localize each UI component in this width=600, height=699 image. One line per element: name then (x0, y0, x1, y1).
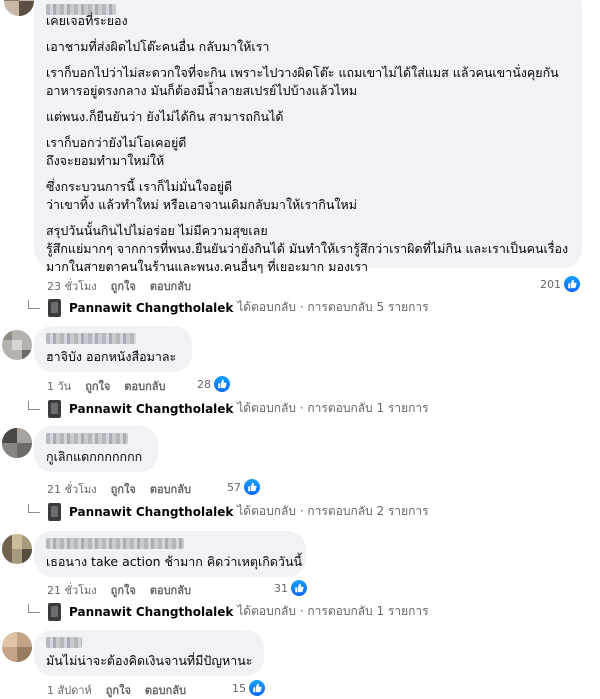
comment-text-line: มากในสายตาคนในร้านและพนง.คนอื่นๆ ที่เยอะ… (46, 259, 369, 274)
comment-bubble: มันไม่น่าจะต้องคิดเงินจานที่มีปัญหานะ (34, 630, 264, 676)
reply-arrow-icon (28, 401, 40, 410)
like-icon (214, 376, 230, 392)
comment-time[interactable]: 21 ชั่วโมง (47, 483, 97, 496)
view-replies-link[interactable]: Pannawit Changtholalek ได้ตอบกลับ · การต… (28, 602, 429, 621)
like-icon (564, 276, 580, 292)
like-button[interactable]: ถูกใจ (111, 584, 136, 597)
reply-summary: ได้ตอบกลับ · การตอบกลับ 1 รายการ (237, 604, 429, 618)
reply-author: Pannawit Changtholalek (69, 300, 234, 315)
like-button[interactable]: ถูกใจ (85, 380, 110, 393)
comment-time[interactable]: 1 สัปดาห์ (47, 684, 92, 697)
like-button[interactable]: ถูกใจ (111, 280, 136, 293)
comment-text-line: สรุปวันนั้นกินไปไม่อร่อย ไม่มีความสุขเลย (46, 223, 268, 238)
comment-actions: 1 วัน ถูกใจ ตอบกลับ (47, 377, 165, 395)
reply-avatar (48, 502, 61, 521)
view-replies-link[interactable]: Pannawit Changtholalek ได้ตอบกลับ · การต… (28, 298, 429, 317)
reaction-count-number: 28 (197, 377, 211, 391)
comment-text-line: อาหารอยู่ตรงกลาง มันก็ต้องมีน้ำลายสเปรย์… (46, 83, 358, 98)
reply-author: Pannawit Changtholalek (69, 504, 234, 519)
reply-button[interactable]: ตอบกลับ (124, 380, 165, 393)
reply-button[interactable]: ตอบกลับ (150, 483, 191, 496)
view-replies-link[interactable]: Pannawit Changtholalek ได้ตอบกลับ · การต… (28, 399, 429, 418)
like-icon (244, 479, 260, 495)
commenter-name-blurred[interactable] (46, 333, 136, 344)
reply-avatar (48, 602, 61, 621)
reaction-count-number: 57 (227, 480, 241, 494)
commenter-name-blurred[interactable] (46, 433, 128, 444)
comment-text-line: เธอนาง take action ช้ามาก คิดว่าเหตุเกิด… (46, 554, 303, 569)
commenter-name-blurred[interactable] (46, 637, 82, 648)
like-icon (291, 580, 307, 596)
comment-text-line: กูเลิกแดกกกกกกก (46, 449, 143, 464)
reaction-count[interactable]: 31 (274, 580, 307, 596)
reply-avatar (48, 399, 61, 418)
reaction-count-number: 201 (540, 277, 561, 291)
comment-actions: 21 ชั่วโมง ถูกใจ ตอบกลับ (47, 581, 191, 599)
reply-summary: ได้ตอบกลับ · การตอบกลับ 1 รายการ (237, 401, 429, 415)
reply-author: Pannawit Changtholalek (69, 401, 234, 416)
comment-text-line: รู้สึกแย่มากๆ จากการที่พนง.ยืนยันว่ายังก… (46, 241, 569, 256)
like-button[interactable]: ถูกใจ (111, 483, 136, 496)
reply-author: Pannawit Changtholalek (69, 604, 234, 619)
comment-text-line: ถึงจะยอมทำมาใหม่ให้ (46, 153, 165, 168)
reaction-count-number: 31 (274, 581, 288, 595)
reply-arrow-icon (28, 504, 40, 513)
reply-arrow-icon (28, 604, 40, 613)
comment-time[interactable]: 23 ชั่วโมง (47, 280, 97, 293)
reply-button[interactable]: ตอบกลับ (150, 584, 191, 597)
comment-bubble: ฮาจิบัง ออกหนังสือมาละ (34, 326, 192, 372)
comment-text-line: ว่าเขาทิ้ง แล้วทำใหม่ หรือเอาจานเดิมกลับ… (46, 197, 357, 212)
comment-text-line: เราก็บอกว่ายังไม่โอเคอยู่ดี (46, 135, 187, 150)
like-button[interactable]: ถูกใจ (106, 684, 131, 697)
comment-text-line: แต่พนง.ก็ยืนยันว่า ยังไม่ได้กิน สามารถกิ… (46, 109, 284, 124)
comment-text-line: มันไม่น่าจะต้องคิดเงินจานที่มีปัญหานะ (46, 653, 253, 668)
reply-arrow-icon (28, 300, 40, 309)
view-replies-link[interactable]: Pannawit Changtholalek ได้ตอบกลับ · การต… (28, 502, 429, 521)
comment-time[interactable]: 21 ชั่วโมง (47, 584, 97, 597)
reply-avatar (48, 298, 61, 317)
reply-summary: ได้ตอบกลับ · การตอบกลับ 2 รายการ (237, 504, 429, 518)
avatar[interactable] (2, 534, 32, 564)
reaction-count-number: 15 (232, 681, 246, 695)
reaction-count[interactable]: 201 (540, 276, 580, 292)
comment-text-line: เคยเจอที่ระยอง (46, 13, 128, 28)
comment-actions: 1 สัปดาห์ ถูกใจ ตอบกลับ (47, 681, 186, 699)
comment-actions: 23 ชั่วโมง ถูกใจ ตอบกลับ (47, 277, 191, 295)
reaction-count[interactable]: 57 (227, 479, 260, 495)
comment-text-line: ซึ่งกระบวนการนี้ เราก็ไม่มั่นใจอยู่ดี (46, 179, 233, 194)
avatar[interactable] (2, 428, 32, 458)
commenter-name-blurred[interactable] (46, 538, 184, 549)
comment-text-line: เราก็บอกไปว่าไม่สะดวกใจที่จะกิน เพราะไปว… (46, 65, 559, 80)
comment-bubble: เธอนาง take action ช้ามาก คิดว่าเหตุเกิด… (34, 531, 306, 577)
reply-button[interactable]: ตอบกลับ (145, 684, 186, 697)
comment-time[interactable]: 1 วัน (47, 380, 71, 393)
reply-summary: ได้ตอบกลับ · การตอบกลับ 5 รายการ (237, 300, 429, 314)
comment-bubble: เคยเจอที่ระยอง เอาชามที่ส่งผิดไปโต๊ะคนอื… (34, 0, 582, 274)
reaction-count[interactable]: 28 (197, 376, 230, 392)
comment-actions: 21 ชั่วโมง ถูกใจ ตอบกลับ (47, 480, 191, 498)
avatar[interactable] (2, 632, 32, 662)
comment-text-line: เอาชามที่ส่งผิดไปโต๊ะคนอื่น กลับมาให้เรา (46, 39, 270, 54)
avatar[interactable] (4, 0, 34, 16)
comment-bubble: กูเลิกแดกกกกกกก (34, 426, 158, 472)
comment-text-line: ฮาจิบัง ออกหนังสือมาละ (46, 349, 177, 364)
reply-button[interactable]: ตอบกลับ (150, 280, 191, 293)
avatar[interactable] (2, 330, 32, 360)
